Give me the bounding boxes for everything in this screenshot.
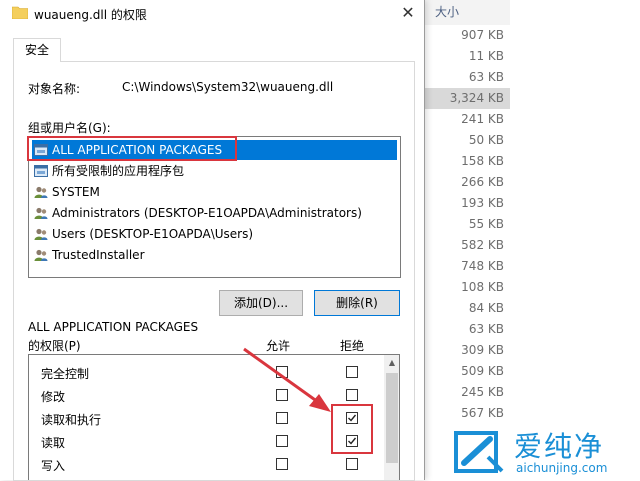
permission-name: 读取 [41,436,66,450]
permissions-title: ALL APPLICATION PACKAGES [28,320,199,334]
deny-checkbox[interactable] [346,458,358,470]
size-cell[interactable]: 55 KB [425,214,510,235]
size-column-header[interactable]: 大小 [425,0,510,25]
app-packages-icon [34,144,48,156]
add-button[interactable]: 添加(D)... [219,290,303,316]
permission-name: 写入 [41,459,66,473]
users-icon [34,249,48,261]
title-bar: wuaueng.dll 的权限 ✕ [0,0,424,28]
size-cell[interactable]: 84 KB [425,298,510,319]
size-cell[interactable]: 63 KB [425,67,510,88]
user-label: ALL APPLICATION PACKAGES [52,143,223,157]
permissions-dialog: wuaueng.dll 的权限 ✕ 安全 对象名称: C:\Windows\Sy… [0,0,425,481]
user-label: Users (DESKTOP-E1OAPDA\Users) [52,227,254,241]
allow-checkbox[interactable] [276,366,288,378]
dialog-title: wuaueng.dll 的权限 [34,8,147,22]
object-name-label: 对象名称: [28,82,81,96]
permission-name: 读取和执行 [41,413,102,427]
annotation-highlight-deny [331,404,373,454]
explorer-background: 大小 907 KB 11 KB 63 KB 3,324 KB 241 KB 50 KB 15… [425,0,640,480]
user-label: 所有受限制的应用程序包 [52,164,185,178]
tab-security[interactable]: 安全 [13,38,61,62]
permission-name: 修改 [41,390,66,404]
deny-checkbox[interactable] [346,366,358,378]
user-list-item[interactable]: 所有受限制的应用程序包 [32,161,397,181]
watermark: 爱纯净 aichunjing.com [450,425,640,480]
user-label: SYSTEM [52,185,100,199]
allow-checkbox[interactable] [276,458,288,470]
size-cell[interactable]: 3,324 KB [425,88,510,109]
users-icon [34,228,48,240]
object-name-value: C:\Windows\System32\wuaueng.dll [122,80,334,94]
size-cell[interactable]: 266 KB [425,172,510,193]
deny-checkbox[interactable] [346,389,358,401]
permission-scrollbar[interactable]: ▲ [384,355,399,480]
size-cell[interactable]: 907 KB [425,25,510,46]
size-cell[interactable]: 108 KB [425,277,510,298]
group-users-label: 组或用户名(G): [28,121,111,135]
size-column: 907 KB 11 KB 63 KB 3,324 KB 241 KB 50 KB 158 K… [425,25,510,424]
size-cell[interactable]: 63 KB [425,319,510,340]
watermark-logo-icon [454,431,504,473]
allow-checkbox[interactable] [276,389,288,401]
user-label: TrustedInstaller [52,248,145,262]
size-cell[interactable]: 748 KB [425,256,510,277]
allow-checkbox[interactable] [276,412,288,424]
scroll-up-icon[interactable]: ▲ [384,355,399,371]
user-list-item[interactable]: TrustedInstaller [32,245,397,265]
size-cell[interactable]: 509 KB [425,361,510,382]
size-cell[interactable]: 11 KB [425,46,510,67]
allow-checkbox[interactable] [276,435,288,447]
permission-row: 写入 [29,453,384,476]
user-label: Administrators (DESKTOP-E1OAPDA\Administ… [52,206,362,220]
user-list-item[interactable]: Administrators (DESKTOP-E1OAPDA\Administ… [32,203,397,223]
size-cell[interactable]: 567 KB [425,403,510,424]
close-button[interactable]: ✕ [394,2,422,24]
permissions-subtitle: 的权限(P) [28,339,81,353]
user-list-item[interactable]: SYSTEM [32,182,397,202]
size-cell[interactable]: 582 KB [425,235,510,256]
remove-button[interactable]: 删除(R) [314,290,400,316]
permission-name: 完全控制 [41,367,90,381]
user-list-item[interactable]: ALL APPLICATION PACKAGES [32,140,397,160]
user-list-item[interactable]: Users (DESKTOP-E1OAPDA\Users) [32,224,397,244]
size-cell[interactable]: 158 KB [425,151,510,172]
watermark-text-en: aichunjing.com [516,461,608,475]
folder-icon [12,6,28,19]
allow-column-header: 允许 [266,339,291,353]
size-cell[interactable]: 193 KB [425,193,510,214]
users-icon [34,186,48,198]
size-cell[interactable]: 309 KB [425,340,510,361]
size-cell[interactable]: 245 KB [425,382,510,403]
permission-row: 完全控制 [29,361,384,384]
scrollbar-thumb[interactable] [386,373,398,463]
deny-column-header: 拒绝 [340,339,365,353]
size-cell[interactable]: 241 KB [425,109,510,130]
user-list[interactable]: ALL APPLICATION PACKAGES 所有受限制的应用程序包 SYSTE… [28,136,401,278]
watermark-text-cn: 爱纯净 [514,430,605,463]
size-cell[interactable]: 50 KB [425,130,510,151]
users-icon [34,207,48,219]
app-packages-icon [34,165,48,177]
